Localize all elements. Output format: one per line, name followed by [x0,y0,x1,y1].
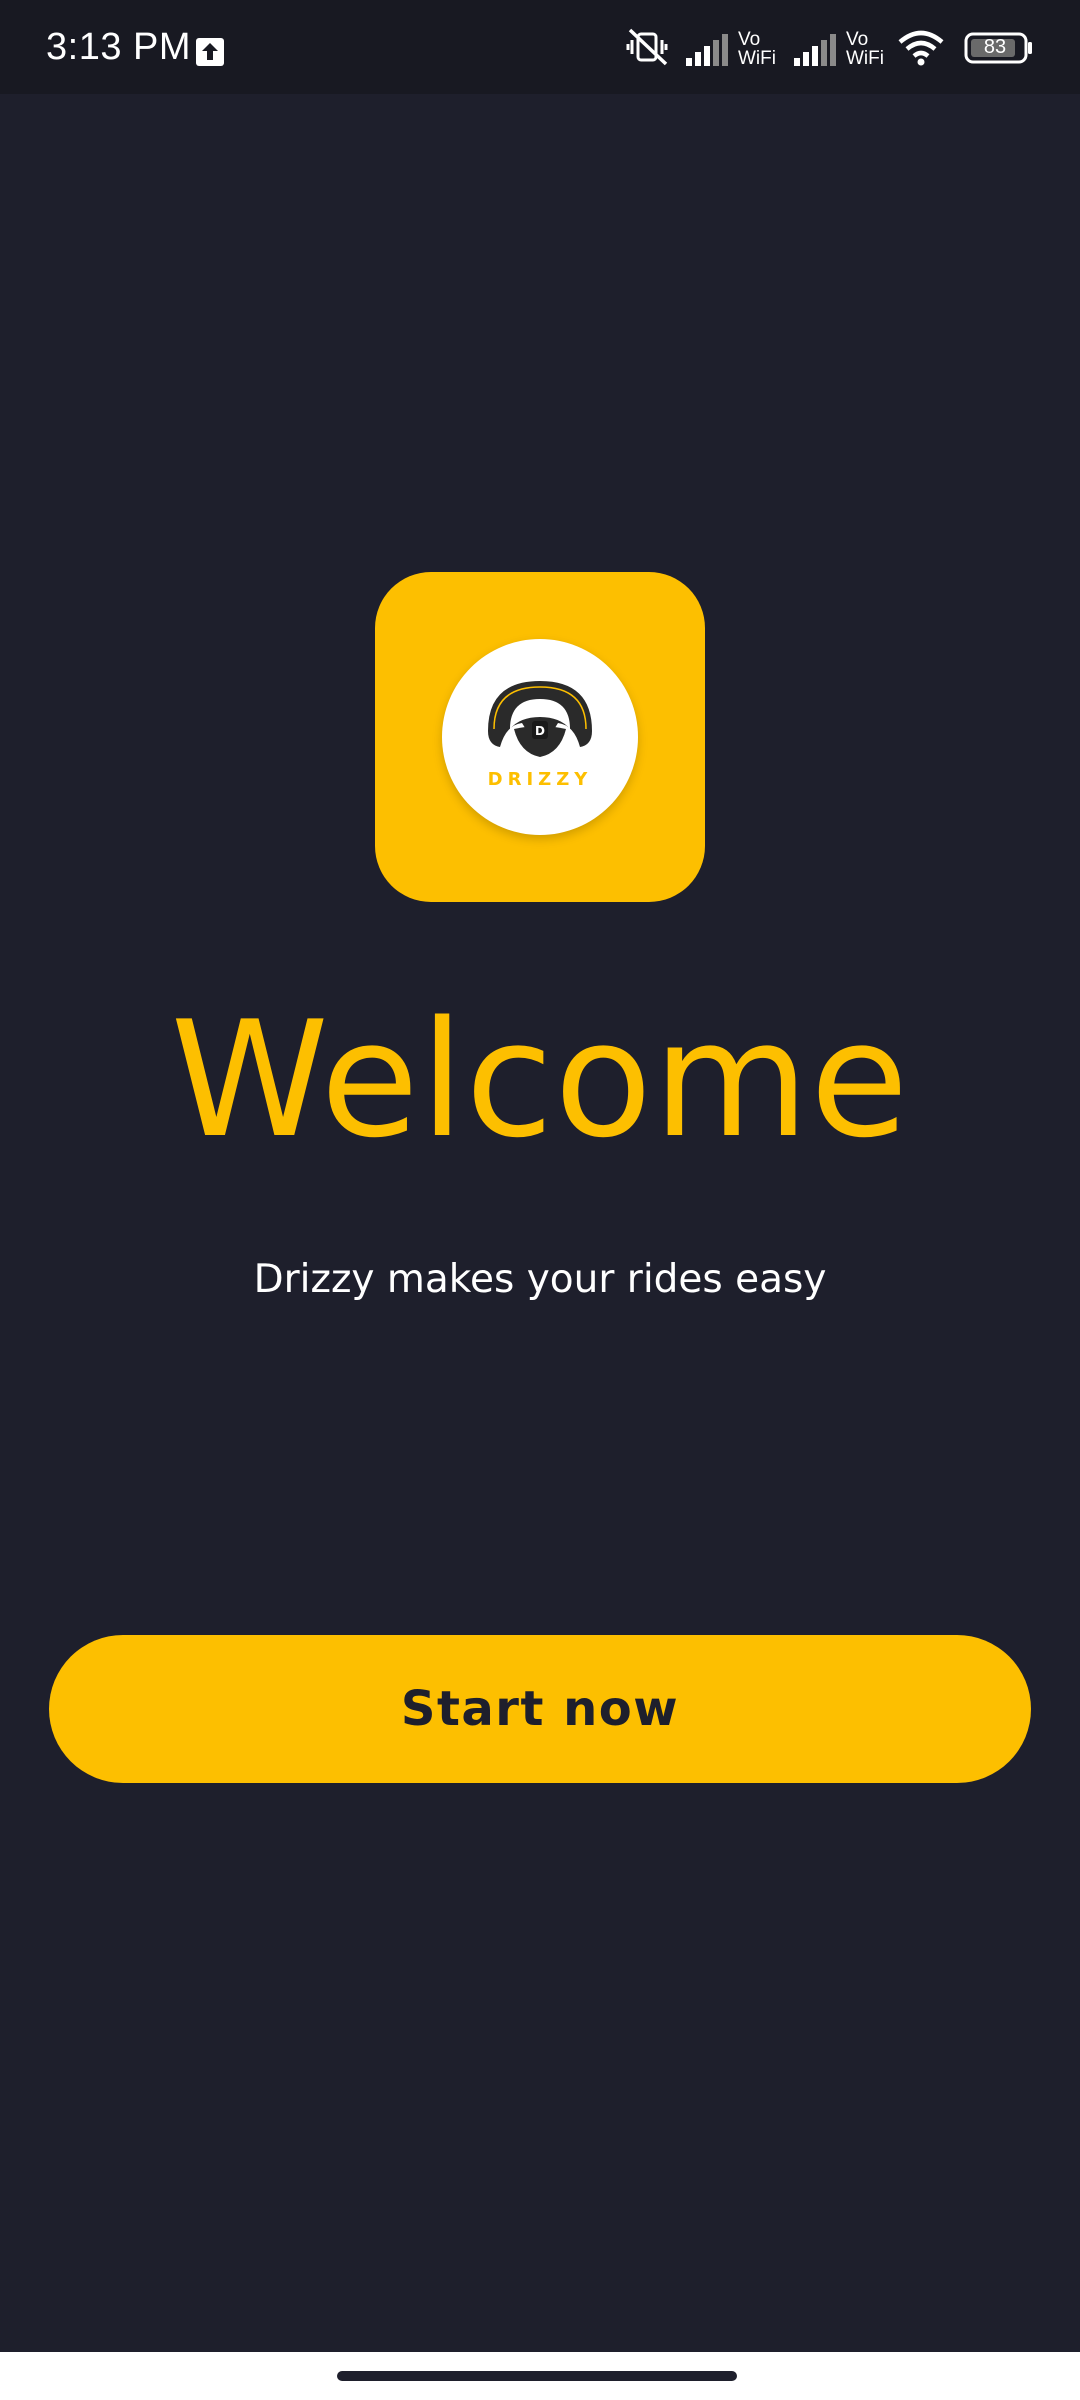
wifi-icon [898,30,944,66]
battery-level: 83 [983,36,1007,58]
status-icons: Vo WiFi Vo WiFi 83 [626,24,1046,72]
signal-icon [686,34,728,66]
mute-vibrate-icon [626,28,668,66]
vowifi-label-2: Vo WiFi [846,29,884,69]
home-indicator[interactable] [337,2371,737,2381]
vowifi-label-1: Vo WiFi [738,29,776,69]
upload-icon [196,38,224,66]
wheel-letter: D [535,724,545,738]
logo-wordmark: DRIZZY [487,769,593,790]
start-now-button[interactable]: Start now [49,1635,1031,1783]
status-bar: 3:13 PM Vo WiFi Vo WiFi 83 [0,0,1080,94]
status-time: 3:13 PM [46,26,192,68]
navigation-bar [0,2352,1080,2400]
welcome-title: Welcome [170,986,910,1173]
welcome-subtitle: Drizzy makes your rides easy [253,1257,827,1302]
signal-icon [794,34,836,66]
app-logo: D DRIZZY [375,572,705,902]
logo-badge: D DRIZZY [442,639,638,835]
steering-wheel-icon: D [488,681,592,757]
